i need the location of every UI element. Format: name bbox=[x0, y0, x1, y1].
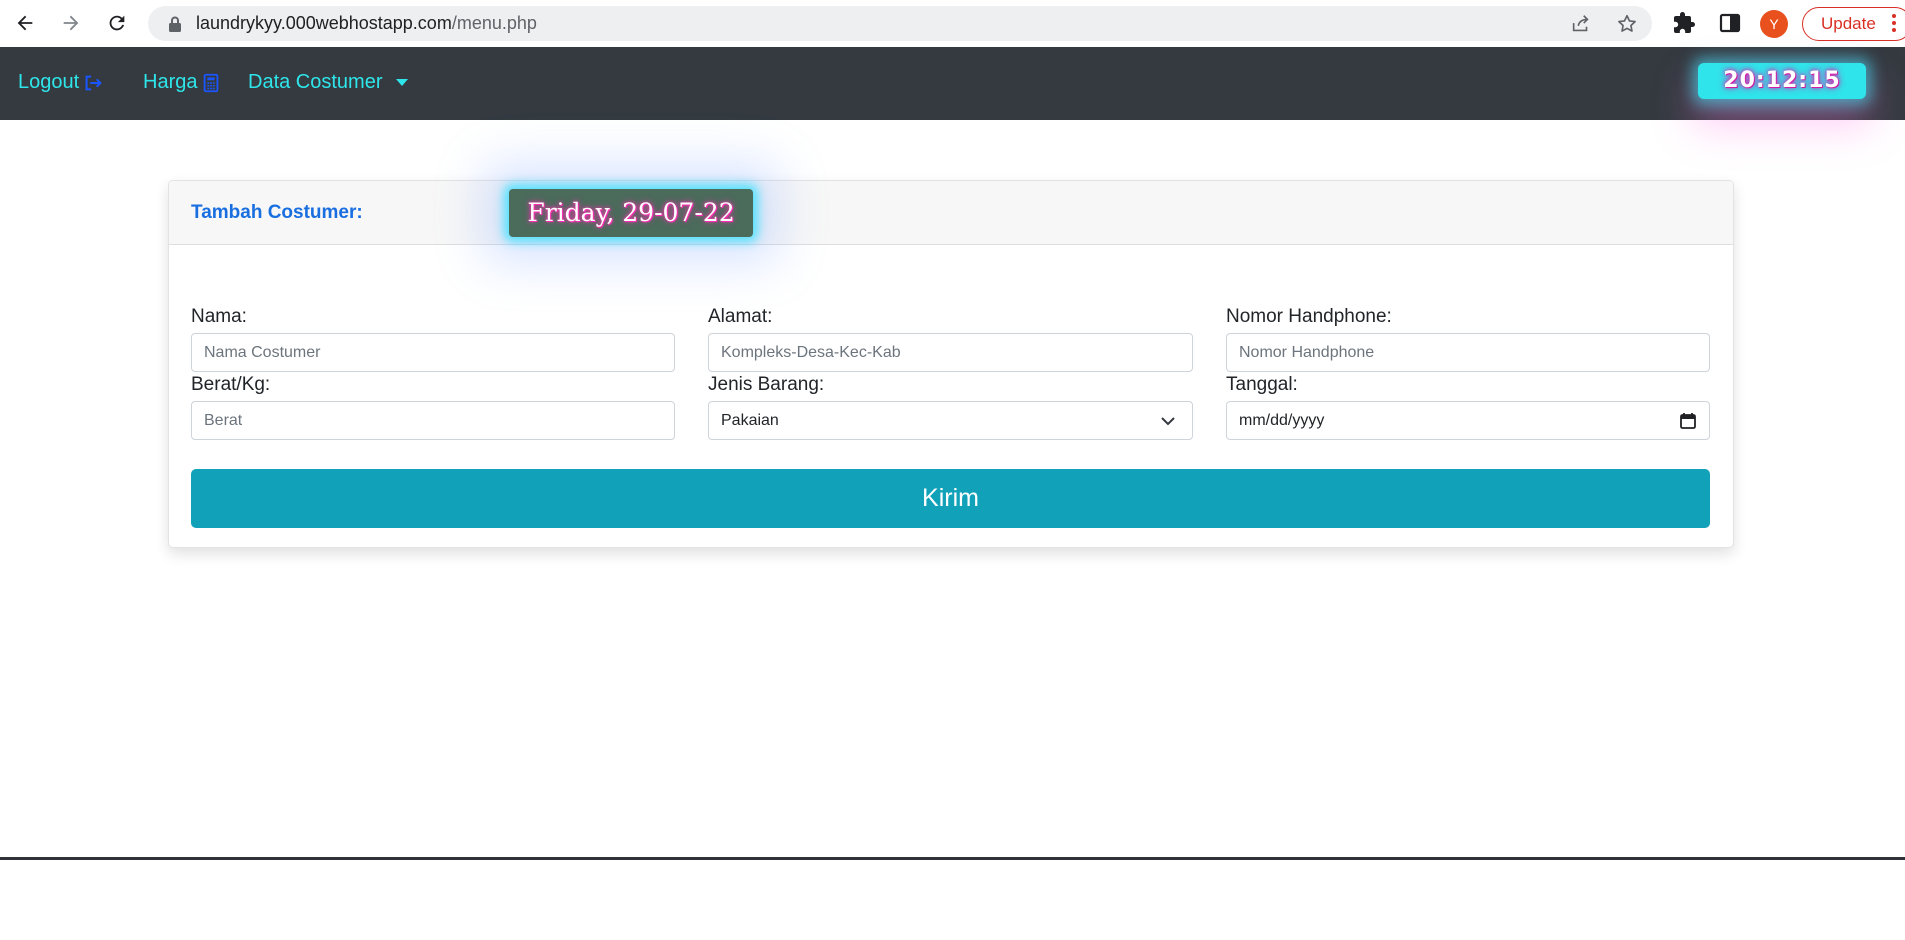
nama-label: Nama: bbox=[191, 306, 247, 327]
bottom-divider bbox=[0, 857, 1905, 860]
back-button[interactable] bbox=[10, 8, 40, 38]
arrow-right-icon bbox=[63, 15, 79, 31]
add-costumer-card: Tambah Costumer: Friday, 29-07-22 Nama: … bbox=[168, 180, 1734, 548]
alamat-input[interactable] bbox=[708, 333, 1193, 372]
url-path: /menu.php bbox=[451, 13, 537, 33]
kirim-button[interactable]: Kirim bbox=[191, 469, 1710, 528]
data-costumer-dropdown[interactable]: Data Costumer bbox=[248, 71, 408, 94]
logout-icon bbox=[85, 75, 102, 90]
berat-label: Berat/Kg: bbox=[191, 374, 271, 395]
reload-icon bbox=[109, 15, 125, 31]
browser-toolbar: laundrykyy.000webhostapp.com/menu.php Y … bbox=[0, 0, 1905, 47]
share-icon[interactable] bbox=[1570, 13, 1592, 35]
site-navbar: Logout Harga Data Costumer 20:12:15 bbox=[0, 47, 1905, 120]
calendar-icon[interactable] bbox=[1679, 412, 1697, 430]
nama-input[interactable] bbox=[191, 333, 675, 372]
star-icon[interactable] bbox=[1616, 13, 1638, 35]
calculator-icon bbox=[204, 73, 219, 92]
url-text: laundrykyy.000webhostapp.com/menu.php bbox=[196, 6, 537, 41]
side-panel-icon[interactable] bbox=[1718, 11, 1742, 35]
data-costumer-label: Data Costumer bbox=[248, 71, 383, 93]
jenis-barang-value: Pakaian bbox=[721, 412, 779, 429]
lock-icon bbox=[169, 16, 181, 32]
arrow-left-icon bbox=[17, 15, 33, 31]
reload-button[interactable] bbox=[102, 8, 132, 38]
url-host: laundrykyy.000webhostapp.com bbox=[196, 13, 452, 33]
harga-link[interactable]: Harga bbox=[143, 71, 222, 94]
address-bar[interactable]: laundrykyy.000webhostapp.com/menu.php bbox=[148, 6, 1652, 41]
caret-down-icon bbox=[395, 79, 408, 86]
alamat-label: Alamat: bbox=[708, 306, 773, 327]
jenis-barang-select[interactable]: Pakaian bbox=[708, 401, 1193, 440]
card-title: Tambah Costumer: bbox=[191, 202, 363, 223]
berat-input[interactable] bbox=[191, 401, 675, 440]
date-badge: Friday, 29-07-22 bbox=[509, 189, 753, 237]
chevron-down-icon bbox=[1161, 417, 1175, 426]
more-menu-icon[interactable] bbox=[1891, 12, 1897, 34]
puzzle-icon[interactable] bbox=[1672, 11, 1696, 35]
logout-link[interactable]: Logout bbox=[18, 71, 104, 94]
update-button[interactable]: Update bbox=[1802, 7, 1905, 41]
logout-label: Logout bbox=[18, 71, 80, 93]
tanggal-placeholder: mm/dd/yyyy bbox=[1239, 412, 1325, 429]
card-header: Tambah Costumer: Friday, 29-07-22 bbox=[169, 181, 1733, 245]
nomor-handphone-label: Nomor Handphone: bbox=[1226, 306, 1392, 327]
forward-button[interactable] bbox=[56, 8, 86, 38]
nomor-handphone-input[interactable] bbox=[1226, 333, 1710, 372]
profile-avatar[interactable]: Y bbox=[1760, 10, 1788, 38]
tanggal-input[interactable]: mm/dd/yyyy bbox=[1226, 401, 1710, 440]
jenis-barang-label: Jenis Barang: bbox=[708, 374, 825, 395]
harga-label: Harga bbox=[143, 71, 198, 93]
clock-display: 20:12:15 bbox=[1698, 63, 1866, 99]
tanggal-label: Tanggal: bbox=[1226, 374, 1298, 395]
